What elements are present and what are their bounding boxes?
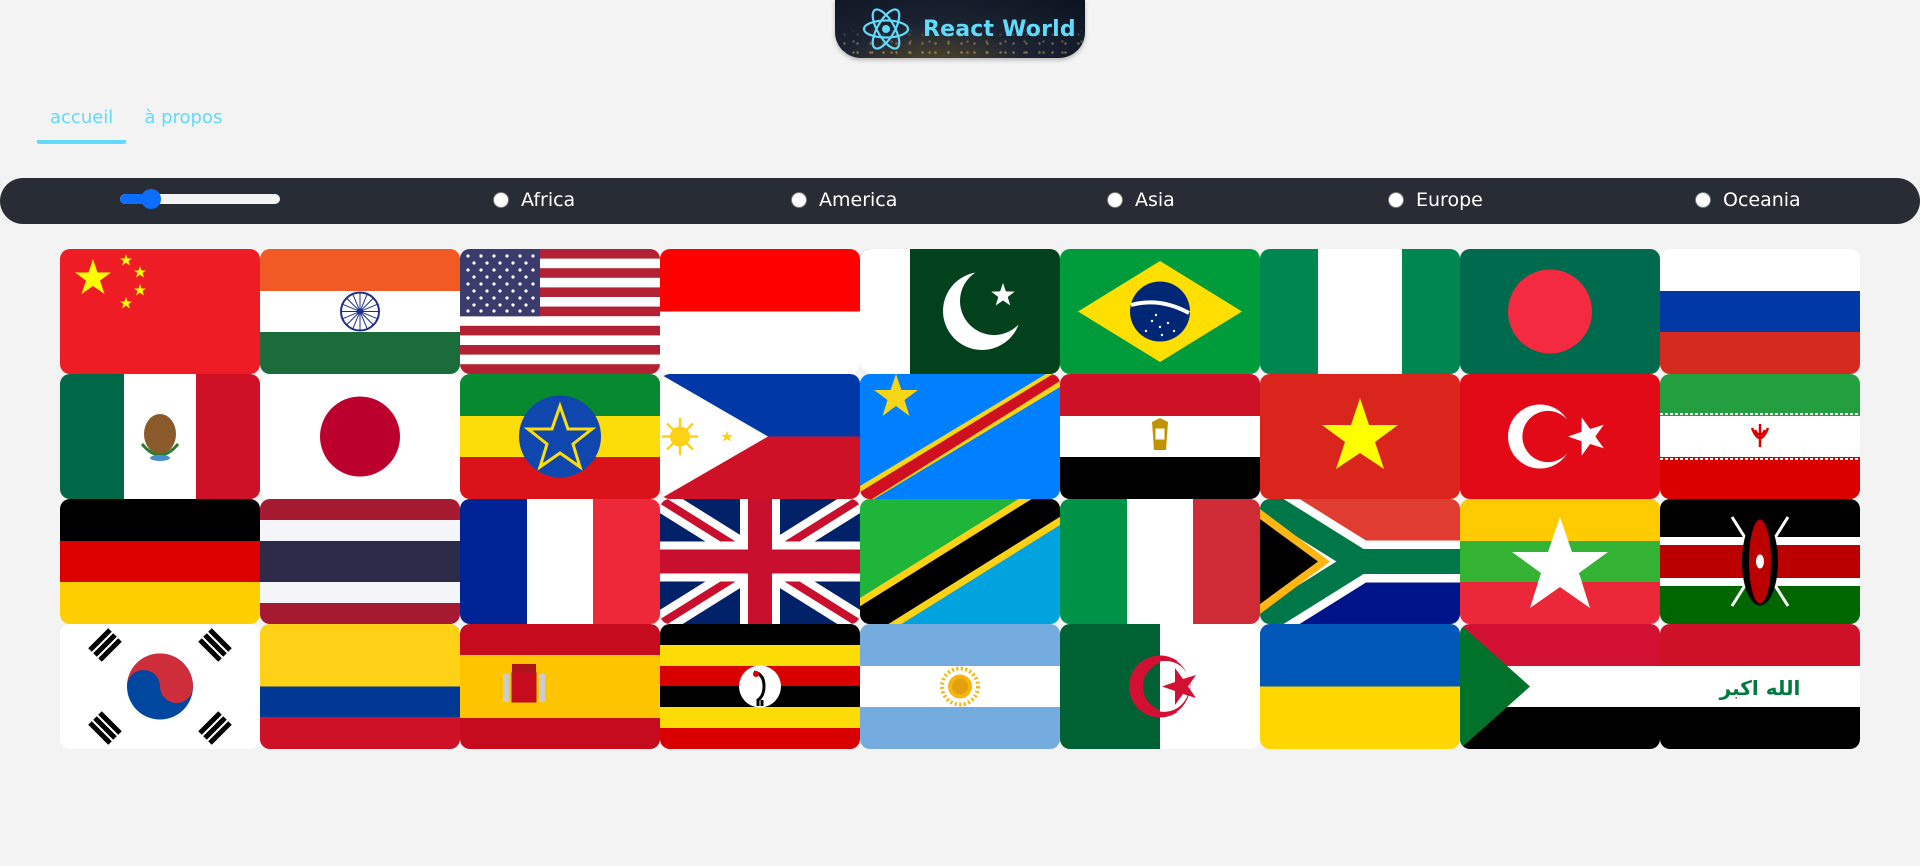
flag-card-russia[interactable]	[1660, 249, 1860, 374]
radio-oceania[interactable]	[1695, 192, 1711, 208]
flag-south-africa-icon	[1260, 499, 1460, 624]
flag-bangladesh-icon	[1460, 249, 1660, 374]
flag-pakistan-icon	[860, 249, 1060, 374]
flag-card-united-states[interactable]	[460, 249, 660, 374]
flag-card-pakistan[interactable]	[860, 249, 1060, 374]
radio-europe[interactable]	[1388, 192, 1404, 208]
flag-japan-icon	[260, 374, 460, 499]
flag-card-philippines[interactable]	[660, 374, 860, 499]
population-range-slider[interactable]	[120, 189, 280, 209]
flag-mexico-icon	[60, 374, 260, 499]
flag-tanzania-icon	[860, 499, 1060, 624]
flag-indonesia-icon	[660, 249, 860, 374]
region-label-africa: Africa	[521, 189, 576, 211]
flag-card-spain[interactable]	[460, 624, 660, 749]
flag-card-mexico[interactable]	[60, 374, 260, 499]
main-nav: accueil à propos	[37, 103, 235, 144]
flag-united-kingdom-icon	[660, 499, 860, 624]
flag-algeria-icon	[1060, 624, 1260, 749]
flag-argentina-icon	[860, 624, 1060, 749]
flag-myanmar-icon	[1460, 499, 1660, 624]
flag-card-egypt[interactable]	[1060, 374, 1260, 499]
flag-card-united-kingdom[interactable]	[660, 499, 860, 624]
region-label-asia: Asia	[1135, 189, 1175, 211]
flag-spain-icon	[460, 624, 660, 749]
flag-brazil-icon	[1060, 249, 1260, 374]
flag-card-ukraine[interactable]	[1260, 624, 1460, 749]
region-option-oceania[interactable]: Oceania	[1695, 189, 1801, 211]
flag-uganda-icon	[660, 624, 860, 749]
region-option-america[interactable]: America	[791, 189, 897, 211]
flag-ethiopia-icon	[460, 374, 660, 499]
flag-card-nigeria[interactable]	[1260, 249, 1460, 374]
flag-china-icon	[60, 249, 260, 374]
flag-card-germany[interactable]	[60, 499, 260, 624]
flag-card-vietnam[interactable]	[1260, 374, 1460, 499]
flag-card-france[interactable]	[460, 499, 660, 624]
react-atom-icon	[862, 8, 910, 50]
flag-sudan-icon	[1460, 624, 1660, 749]
flag-card-china[interactable]	[60, 249, 260, 374]
flag-germany-icon	[60, 499, 260, 624]
flag-card-sudan[interactable]	[1460, 624, 1660, 749]
flag-card-argentina[interactable]	[860, 624, 1060, 749]
flag-turkey-icon	[1460, 374, 1660, 499]
flag-card-colombia[interactable]	[260, 624, 460, 749]
flag-iran-icon	[1660, 374, 1860, 499]
flag-ukraine-icon	[1260, 624, 1460, 749]
region-option-europe[interactable]: Europe	[1388, 189, 1483, 211]
radio-asia[interactable]	[1107, 192, 1123, 208]
flag-vietnam-icon	[1260, 374, 1460, 499]
flag-card-myanmar[interactable]	[1460, 499, 1660, 624]
iraq-flag-script: الله اكبر	[1719, 676, 1801, 700]
slider-thumb[interactable]	[141, 189, 161, 209]
flag-card-india[interactable]	[260, 249, 460, 374]
flag-nigeria-icon	[1260, 249, 1460, 374]
nav-link-a-propos[interactable]: à propos	[144, 103, 235, 144]
flag-card-indonesia[interactable]	[660, 249, 860, 374]
region-label-europe: Europe	[1416, 189, 1483, 211]
flag-card-south-korea[interactable]	[60, 624, 260, 749]
flag-card-uganda[interactable]	[660, 624, 860, 749]
flag-card-brazil[interactable]	[1060, 249, 1260, 374]
flag-dr-congo-icon	[860, 374, 1060, 499]
flag-card-tanzania[interactable]	[860, 499, 1060, 624]
radio-africa[interactable]	[493, 192, 509, 208]
flag-card-bangladesh[interactable]	[1460, 249, 1660, 374]
app-title: React World	[923, 16, 1076, 42]
flag-card-iraq[interactable]: الله اكبر	[1660, 624, 1860, 749]
flag-iraq-icon: الله اكبر	[1660, 624, 1860, 749]
flag-card-algeria[interactable]	[1060, 624, 1260, 749]
app-logo[interactable]: React World	[835, 0, 1085, 58]
flag-card-japan[interactable]	[260, 374, 460, 499]
flag-italy-icon	[1060, 499, 1260, 624]
flag-card-thailand[interactable]	[260, 499, 460, 624]
flag-card-italy[interactable]	[1060, 499, 1260, 624]
flag-card-dr-congo[interactable]	[860, 374, 1060, 499]
flag-card-iran[interactable]	[1660, 374, 1860, 499]
region-label-america: America	[819, 189, 898, 211]
flag-russia-icon	[1660, 249, 1860, 374]
nav-link-accueil[interactable]: accueil	[37, 103, 127, 144]
flag-card-kenya[interactable]	[1660, 499, 1860, 624]
filter-bar: Africa America Asia Europe Oceania	[0, 178, 1920, 224]
flag-united-states-icon	[460, 249, 660, 374]
flag-colombia-icon	[260, 624, 460, 749]
flag-card-south-africa[interactable]	[1260, 499, 1460, 624]
region-option-africa[interactable]: Africa	[493, 189, 575, 211]
flag-south-korea-icon	[60, 624, 260, 749]
flag-philippines-icon	[660, 374, 860, 499]
region-label-oceania: Oceania	[1723, 189, 1801, 211]
flag-card-turkey[interactable]	[1460, 374, 1660, 499]
region-option-asia[interactable]: Asia	[1107, 189, 1175, 211]
flag-france-icon	[460, 499, 660, 624]
flag-india-icon	[260, 249, 460, 374]
country-flag-grid: الله اكبر	[60, 249, 1860, 749]
flag-egypt-icon	[1060, 374, 1260, 499]
flag-kenya-icon	[1660, 499, 1860, 624]
flag-thailand-icon	[260, 499, 460, 624]
flag-card-ethiopia[interactable]	[460, 374, 660, 499]
radio-america[interactable]	[791, 192, 807, 208]
